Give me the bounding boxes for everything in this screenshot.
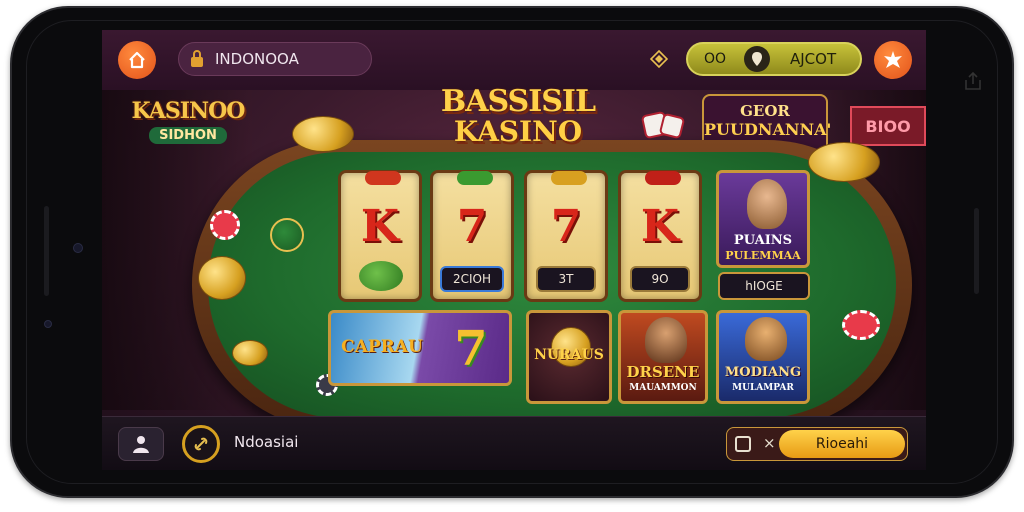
seven-icon: 7 [454,321,488,377]
gold-coin-icon [808,142,880,182]
card-title: MODIANG [724,365,802,380]
jackpot-value: AJCOT [790,50,837,68]
logo-left-subtitle: SIDHON [149,127,227,144]
cherry-icon [645,171,681,185]
region-selector[interactable]: INDONOOA [178,42,372,76]
poker-chip-icon [842,310,880,340]
bottom-label: Ndoasiai [234,433,299,451]
share-icon[interactable] [962,70,984,92]
jackpot-pill[interactable]: OO AJCOT [686,42,862,76]
bell-icon [551,171,587,185]
game-card-caprau[interactable]: CAPRAU 7 [328,310,512,386]
logo-center-line1: BASSISIL [440,84,596,119]
slot-reel-1[interactable]: K [338,170,422,302]
settings-button[interactable] [874,41,912,79]
star-burst-icon [884,51,902,68]
casino-logo-center: BASSISIL KASINO [420,84,616,180]
reel-symbol: 7 [550,201,582,252]
bottom-bar: Ndoasiai × Rioeahi [102,416,926,470]
player-portrait [645,317,687,363]
promo-line1: GEOR [740,102,790,120]
close-icon[interactable]: × [763,434,776,452]
logo-left-title: KASINOO [131,98,246,124]
reel-tag-3: 3T [536,266,596,292]
cherry-icon [365,171,401,185]
checkbox[interactable] [735,436,751,452]
player-portrait [745,317,787,361]
reel-symbol: K [640,201,680,252]
card-subtitle: MULAMPAR [732,383,794,393]
casino-logo-left: KASINOO SIDHON [124,98,252,158]
leaf-icon [457,171,493,185]
card-subtitle: MAUAMMON [629,383,697,393]
jackpot-label: OO [704,51,727,67]
power-button [974,208,979,294]
card-title: PUAINS [733,233,793,248]
region-text: INDONOOA [215,50,299,68]
game-card-button[interactable]: hIOGE [718,272,810,300]
volume-button [44,206,49,296]
action-button[interactable]: Rioeahi [779,430,905,458]
card-title: DRSENE [626,363,700,381]
token-icon [270,218,304,252]
home-icon [129,51,145,69]
reel-tag-4: 9O [630,266,690,292]
game-card-nuraus[interactable]: NURAUS [526,310,612,404]
link-icon [194,437,208,451]
poker-chip-icon [210,210,240,240]
front-camera [73,243,83,253]
lock-icon [191,50,203,67]
card-title: NURAUS [534,347,604,363]
gold-coin-icon [198,256,246,300]
pin-icon [744,46,770,72]
top-bar: INDONOOA OO AJCOT [102,30,926,90]
game-card-puains[interactable]: PUAINS PULEMMAA [716,170,810,268]
home-button[interactable] [118,41,156,79]
gold-coin-icon [232,340,268,366]
reel-symbol: K [360,201,400,252]
promo-line2: PUUDNANNA' [704,120,832,139]
action-panel: × Rioeahi [726,427,908,461]
melon-icon [359,261,403,291]
gold-coin-icon [292,116,354,152]
wallet-button[interactable] [182,425,220,463]
profile-button[interactable] [118,427,164,461]
sensor-dot [44,320,52,328]
card-title: CAPRAU [341,337,423,357]
neon-sign: BIOO [850,106,926,146]
user-icon [133,436,149,453]
reel-symbol: 7 [456,201,488,252]
card-subtitle: PULEMMAA [725,249,801,262]
dice-icon [641,111,685,139]
game-card-drsene[interactable]: DRSENE MAUAMMON [618,310,708,404]
reel-tag-2: 2CIOH [440,266,504,292]
player-portrait [747,179,787,229]
game-card-modiang[interactable]: MODIANG MULAMPAR [716,310,810,404]
game-screen: INDONOOA OO AJCOT KASINOO SIDHON GEOR PU… [102,30,926,470]
diamond-icon[interactable] [650,50,668,68]
logo-center-line2: KASINO [453,115,583,148]
